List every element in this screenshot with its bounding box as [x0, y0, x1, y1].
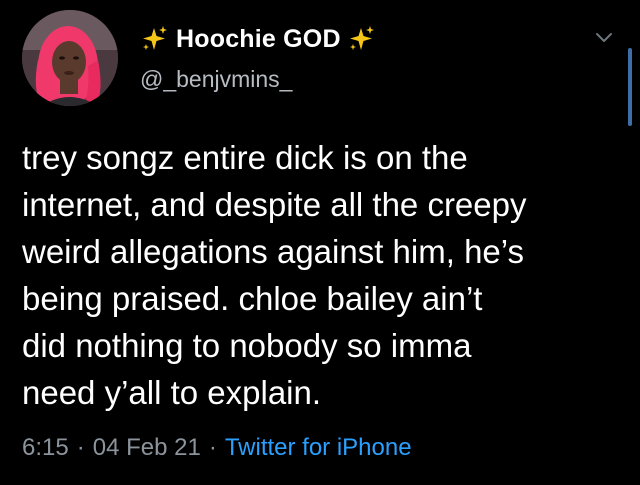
author-display-name[interactable]: Hoochie GOD [176, 25, 341, 54]
avatar-image [22, 10, 118, 106]
author-handle[interactable]: @_benjvmins_ [140, 66, 292, 93]
author-name-row[interactable]: Hoochie GOD [140, 20, 377, 58]
sparkles-icon [347, 24, 377, 54]
meta-separator: · [208, 434, 217, 461]
tweet-meta: 6:15 · 04 Feb 21 · Twitter for iPhone [22, 434, 412, 462]
scrollbar[interactable] [628, 48, 632, 126]
tweet-date[interactable]: 04 Feb 21 [93, 434, 201, 462]
avatar[interactable] [22, 10, 118, 106]
meta-separator: · [76, 434, 85, 461]
tweet-card: Hoochie GOD @_benjvmins_ trey songz enti… [0, 0, 640, 485]
sparkles-icon [140, 24, 170, 54]
chevron-down-icon[interactable] [593, 26, 615, 48]
tweet-text: trey songz entire dick is on the interne… [22, 139, 527, 411]
tweet-source-link[interactable]: Twitter for iPhone [225, 434, 412, 462]
tweet-time: 6:15 [22, 434, 69, 461]
